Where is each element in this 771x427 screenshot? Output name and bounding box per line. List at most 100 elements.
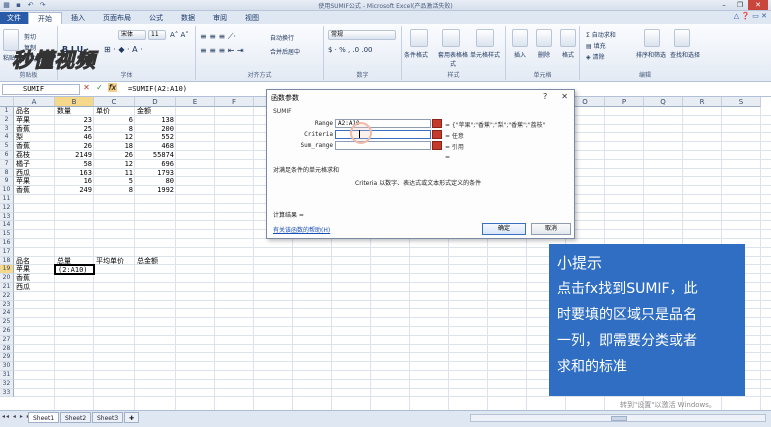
restore-icon[interactable]: ❐ bbox=[732, 0, 748, 10]
row-header[interactable]: 10 bbox=[0, 186, 14, 195]
row-header[interactable]: 5 bbox=[0, 142, 14, 151]
tab-page-layout[interactable]: 页面布局 bbox=[94, 12, 140, 24]
row-header[interactable]: 21 bbox=[0, 283, 14, 292]
criteria-collapse-icon[interactable] bbox=[432, 130, 442, 139]
row-header[interactable]: 29 bbox=[0, 353, 14, 363]
active-cell[interactable]: (2:A10) bbox=[54, 264, 95, 276]
row-header[interactable]: 3 bbox=[0, 124, 14, 134]
row-header[interactable]: 13 bbox=[0, 212, 14, 222]
table-cell[interactable]: 11 bbox=[94, 169, 135, 178]
tab-insert[interactable]: 插入 bbox=[62, 12, 94, 24]
row-header[interactable]: 19 bbox=[0, 265, 14, 275]
row-header[interactable]: 9 bbox=[0, 177, 14, 187]
row-header[interactable]: 22 bbox=[0, 291, 14, 301]
table-header-cell[interactable]: 品名 bbox=[14, 107, 55, 116]
table-cell[interactable]: 46 bbox=[55, 133, 94, 142]
select-all-corner[interactable] bbox=[0, 97, 14, 107]
table-cell[interactable]: 26 bbox=[94, 151, 135, 160]
cancel-button[interactable]: 取消 bbox=[531, 223, 571, 235]
insert-cells-icon[interactable] bbox=[512, 29, 528, 47]
close-icon[interactable]: ✕ bbox=[748, 0, 768, 10]
table-cell[interactable]: 25 bbox=[55, 125, 94, 134]
table-cell[interactable]: 12 bbox=[94, 160, 135, 169]
row-header[interactable]: 7 bbox=[0, 159, 14, 169]
clear-button[interactable]: ◈ 清除 bbox=[586, 52, 605, 61]
row-header[interactable]: 11 bbox=[0, 195, 14, 204]
sort-filter-button[interactable]: 排序和筛选 bbox=[636, 50, 666, 59]
tab-file[interactable]: 文件 bbox=[0, 12, 28, 24]
ok-button[interactable]: 确定 bbox=[482, 223, 526, 235]
table-cell[interactable]: 香蕉 bbox=[14, 125, 55, 134]
name-box[interactable]: SUMIF bbox=[2, 84, 80, 95]
tab-home[interactable]: 开始 bbox=[28, 12, 62, 24]
summary-header-cell[interactable]: 品名 bbox=[14, 257, 55, 266]
row-header[interactable]: 16 bbox=[0, 239, 14, 248]
font-name-select[interactable]: 宋体 bbox=[118, 30, 146, 40]
grow-shrink-font-icon[interactable]: A˄ A˅ bbox=[170, 31, 189, 39]
range-collapse-icon[interactable] bbox=[432, 119, 442, 128]
row-header[interactable]: 33 bbox=[0, 388, 14, 398]
enter-icon[interactable]: ✓ bbox=[95, 83, 104, 92]
table-cell[interactable]: 1793 bbox=[135, 169, 176, 178]
table-header-cell[interactable]: 数量 bbox=[55, 107, 94, 116]
table-cell[interactable]: 26 bbox=[55, 142, 94, 151]
cancel-icon[interactable]: ✕ bbox=[82, 83, 91, 92]
active-cell-value[interactable]: (2:A10) bbox=[56, 266, 90, 275]
row-header[interactable]: 15 bbox=[0, 230, 14, 239]
table-cell[interactable]: 163 bbox=[55, 169, 94, 178]
tab-formulas[interactable]: 公式 bbox=[140, 12, 172, 24]
insert-sheet-icon[interactable]: ✚ bbox=[124, 412, 140, 423]
format-cells-icon[interactable] bbox=[560, 29, 576, 47]
find-select-icon[interactable] bbox=[674, 29, 690, 47]
fill-button[interactable]: ▤ 填充 bbox=[586, 41, 606, 50]
align-left-icons[interactable]: ≡ ≡ ≡ ⇤ ⇥ bbox=[200, 46, 244, 55]
font-size-select[interactable]: 11 bbox=[148, 30, 166, 40]
table-cell[interactable]: 55874 bbox=[135, 151, 176, 160]
row-header[interactable]: 1 bbox=[0, 107, 14, 116]
delete-cells-icon[interactable] bbox=[536, 29, 552, 47]
sheet-tab[interactable]: Sheet3 bbox=[92, 412, 124, 423]
row-header[interactable]: 17 bbox=[0, 247, 14, 257]
dialog-close-icon[interactable]: ✕ bbox=[561, 92, 568, 101]
tab-data[interactable]: 数据 bbox=[172, 12, 204, 24]
table-cell[interactable]: 23 bbox=[55, 116, 94, 125]
row-header[interactable]: 8 bbox=[0, 168, 14, 178]
table-cell[interactable]: 80 bbox=[135, 177, 176, 186]
delete-button[interactable]: 删除 bbox=[538, 50, 550, 59]
tab-review[interactable]: 审阅 bbox=[204, 12, 236, 24]
sheet-tab[interactable]: Sheet1 bbox=[28, 412, 60, 423]
row-header[interactable]: 26 bbox=[0, 327, 14, 336]
table-format-icon[interactable] bbox=[442, 29, 460, 47]
cut-button[interactable]: 剪切 bbox=[24, 32, 36, 41]
row-header[interactable]: 23 bbox=[0, 300, 14, 310]
table-header-cell[interactable]: 单价 bbox=[94, 107, 135, 116]
align-top-icons[interactable]: ≡ ≡ ≡ ⟋· bbox=[200, 32, 236, 42]
table-cell[interactable]: 2149 bbox=[55, 151, 94, 160]
row-header[interactable]: 4 bbox=[0, 133, 14, 143]
row-header[interactable]: 31 bbox=[0, 371, 14, 380]
table-cell[interactable]: 苹果 bbox=[14, 116, 55, 125]
row-header[interactable]: 20 bbox=[0, 274, 14, 283]
table-format-button[interactable]: 套用表格格式 bbox=[436, 50, 470, 68]
table-cell[interactable]: 8 bbox=[94, 125, 135, 134]
sum-range-input[interactable] bbox=[335, 141, 431, 150]
column-header[interactable]: D bbox=[135, 97, 176, 107]
tab-view[interactable]: 视图 bbox=[236, 12, 268, 24]
table-cell[interactable]: 138 bbox=[135, 116, 176, 125]
minimize-icon[interactable]: – bbox=[716, 0, 732, 10]
column-header[interactable]: C bbox=[94, 97, 135, 107]
row-header[interactable]: 14 bbox=[0, 221, 14, 231]
cell-styles-button[interactable]: 单元格样式 bbox=[470, 50, 500, 59]
table-cell[interactable]: 18 bbox=[94, 142, 135, 151]
dialog-help-icon[interactable]: ? bbox=[543, 92, 547, 101]
sheet-tab[interactable]: Sheet2 bbox=[60, 412, 92, 423]
row-header[interactable]: 6 bbox=[0, 151, 14, 160]
row-header[interactable]: 2 bbox=[0, 115, 14, 125]
row-header[interactable]: 18 bbox=[0, 256, 14, 266]
column-header[interactable]: R bbox=[683, 97, 722, 107]
currency-percent-icons[interactable]: $ · % , .0 .00 bbox=[328, 46, 373, 54]
conditional-format-button[interactable]: 条件格式 bbox=[404, 50, 428, 59]
table-cell[interactable]: 香蕉 bbox=[14, 186, 55, 195]
table-cell[interactable]: 696 bbox=[135, 160, 176, 169]
range-input[interactable]: A2:A10 bbox=[335, 119, 431, 128]
